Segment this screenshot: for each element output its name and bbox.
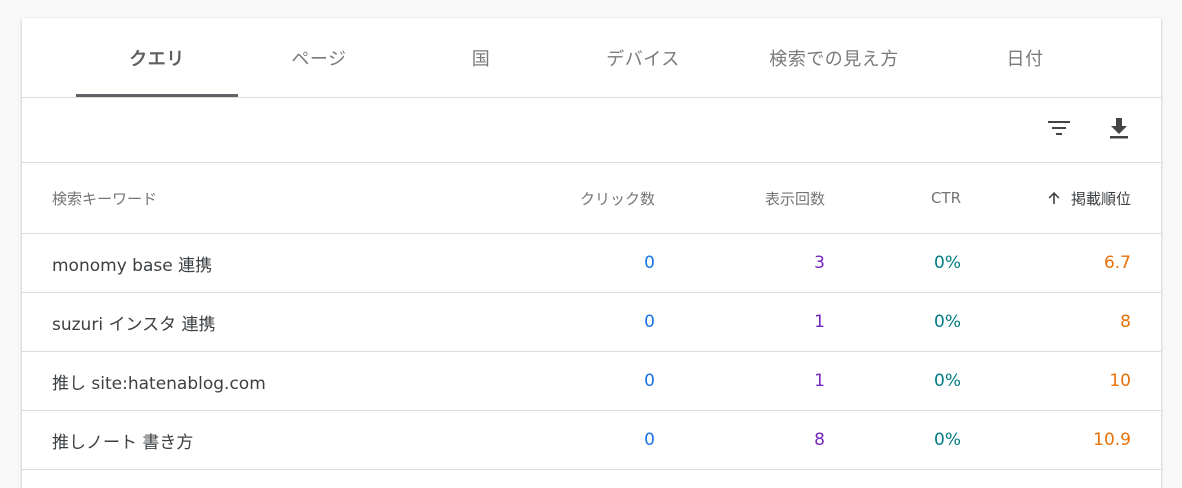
ctr-cell: 0%	[934, 430, 961, 450]
clicks-cell: 0	[644, 253, 655, 273]
filter-list-icon	[1047, 116, 1071, 144]
dimension-tabs: クエリ ページ 国 デバイス 検索での見え方 日付	[22, 18, 1161, 98]
active-tab-indicator	[76, 94, 238, 97]
table-row[interactable]: 推し site:hatenablog.com 0 1 0% 10	[22, 352, 1161, 411]
column-header-keyword: 検索キーワード	[52, 189, 158, 208]
column-header-clicks[interactable]: クリック数	[580, 163, 655, 233]
impressions-cell: 3	[814, 253, 825, 273]
position-cell: 6.7	[1103, 253, 1131, 273]
column-header-impressions[interactable]: 表示回数	[765, 163, 825, 233]
table-row[interactable]: monomy base 連携 0 3 0% 6.7	[22, 234, 1161, 293]
arrow-up-icon	[1047, 191, 1061, 205]
tab-page[interactable]: ページ	[238, 18, 400, 98]
keyword-cell: 推しノート 書き方	[52, 432, 194, 453]
position-cell: 8	[1120, 312, 1131, 332]
position-cell: 10.9	[1093, 430, 1131, 450]
column-header-ctr[interactable]: CTR	[931, 163, 961, 233]
ctr-cell: 0%	[934, 253, 961, 273]
ctr-cell: 0%	[934, 312, 961, 332]
impressions-cell: 8	[814, 430, 825, 450]
column-header-position[interactable]: 掲載順位	[1047, 163, 1131, 233]
ctr-cell: 0%	[934, 371, 961, 391]
download-icon	[1107, 116, 1131, 144]
column-header-position-label: 掲載順位	[1070, 189, 1131, 208]
position-cell: 10	[1109, 371, 1131, 391]
keyword-cell: suzuri インスタ 連携	[52, 314, 216, 335]
export-button[interactable]	[1101, 112, 1137, 148]
table-row[interactable]: suzuri インスタ 連携 0 1 0% 8	[22, 293, 1161, 352]
tab-country[interactable]: 国	[400, 18, 562, 98]
tab-device[interactable]: デバイス	[562, 18, 724, 98]
table-header: 検索キーワード クリック数 表示回数 CTR 掲載順位	[22, 163, 1161, 234]
filter-button[interactable]	[1041, 112, 1077, 148]
clicks-cell: 0	[644, 430, 655, 450]
table-row[interactable]: 推しノート 書き方 0 8 0% 10.9	[22, 411, 1161, 470]
clicks-cell: 0	[644, 312, 655, 332]
clicks-cell: 0	[644, 371, 655, 391]
keyword-cell: 推し site:hatenablog.com	[52, 373, 266, 394]
tab-search-appearance[interactable]: 検索での見え方	[744, 18, 924, 98]
tab-query[interactable]: クエリ	[76, 18, 238, 98]
impressions-cell: 1	[814, 371, 825, 391]
performance-card: クエリ ページ 国 デバイス 検索での見え方 日付 検索キーワード クリック数 …	[22, 18, 1161, 488]
keyword-cell: monomy base 連携	[52, 255, 213, 276]
tab-date[interactable]: 日付	[944, 18, 1106, 98]
table-toolbar	[22, 98, 1161, 163]
impressions-cell: 1	[814, 312, 825, 332]
